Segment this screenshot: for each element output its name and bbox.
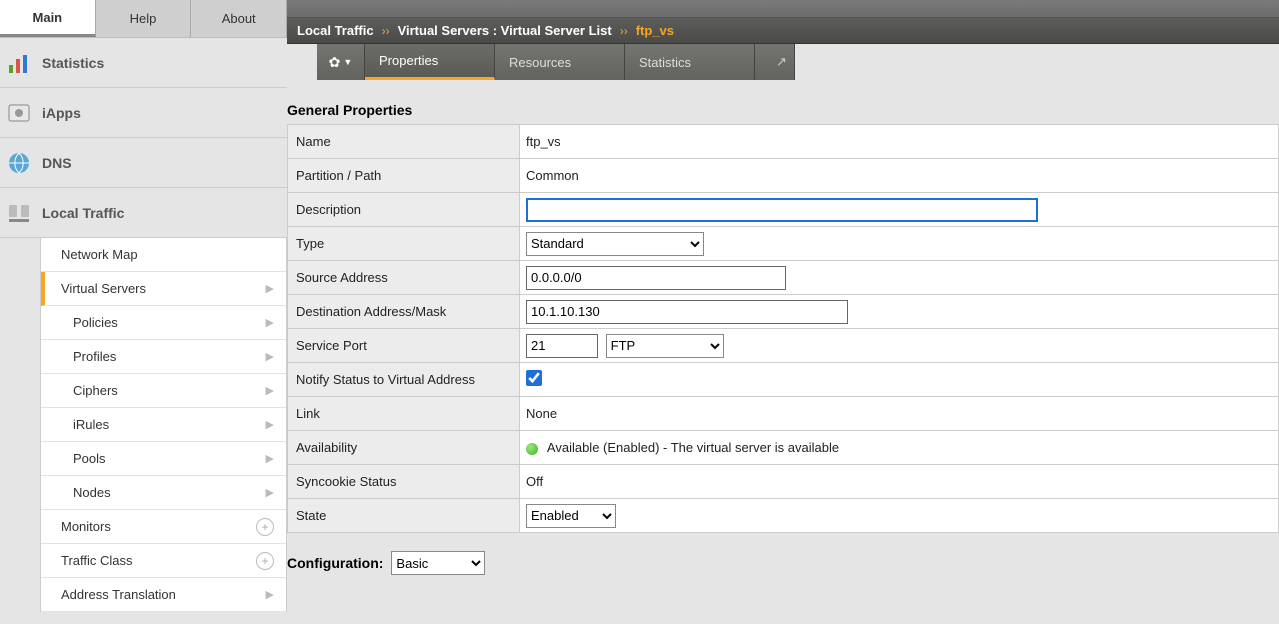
status-available-icon (526, 443, 538, 455)
row-partition-value: Common (520, 159, 1279, 193)
source-address-input[interactable] (526, 266, 786, 290)
subnav-local-traffic: Network Map Virtual Servers ▶ Policies ▶… (40, 238, 287, 612)
subnav-policies-label: Policies (73, 315, 118, 330)
top-tabs: Main Help About (0, 0, 287, 38)
sub-tabs: ✿ ▼ Properties Resources Statistics ↗ (287, 44, 1279, 80)
row-port-label: Service Port (288, 329, 520, 363)
popout-button[interactable]: ↗ (755, 44, 795, 80)
chevron-down-icon: ▼ (343, 57, 352, 67)
row-notify-label: Notify Status to Virtual Address (288, 363, 520, 397)
row-name-label: Name (288, 125, 520, 159)
service-port-select[interactable]: FTP (606, 334, 724, 358)
plus-icon[interactable]: + (256, 518, 274, 536)
breadcrumb-virtual-servers[interactable]: Virtual Servers : Virtual Server List (398, 23, 612, 38)
breadcrumb-sep-icon: ›› (620, 24, 628, 38)
subnav-pools-label: Pools (73, 451, 106, 466)
subnav-ciphers-label: Ciphers (73, 383, 118, 398)
plus-icon[interactable]: + (256, 552, 274, 570)
tab-statistics[interactable]: Statistics (625, 44, 755, 80)
subnav-monitors-label: Monitors (61, 519, 111, 534)
tab-properties[interactable]: Properties (365, 44, 495, 80)
row-link-label: Link (288, 397, 520, 431)
chevron-right-icon: ▶ (266, 384, 274, 397)
row-availability-label: Availability (288, 431, 520, 465)
subnav-nodes[interactable]: Nodes ▶ (41, 476, 286, 510)
properties-table: Name ftp_vs Partition / Path Common Desc… (287, 124, 1279, 533)
tab-resources[interactable]: Resources (495, 44, 625, 80)
nav-dns-label: DNS (42, 155, 72, 171)
nav-dns[interactable]: DNS (0, 138, 287, 188)
subnav-monitors[interactable]: Monitors + (41, 510, 286, 544)
dest-address-input[interactable] (526, 300, 848, 324)
chart-icon (6, 50, 32, 76)
tab-main[interactable]: Main (0, 0, 96, 37)
subnav-network-map-label: Network Map (61, 247, 138, 262)
section-configuration: Configuration: (287, 555, 383, 571)
gear-grid-icon (6, 100, 32, 126)
subnav-network-map[interactable]: Network Map (41, 238, 286, 272)
subnav-profiles[interactable]: Profiles ▶ (41, 340, 286, 374)
nav-iapps[interactable]: iApps (0, 88, 287, 138)
subnav-profiles-label: Profiles (73, 349, 116, 364)
subnav-policies[interactable]: Policies ▶ (41, 306, 286, 340)
configuration-select[interactable]: Basic (391, 551, 485, 575)
breadcrumb-sep-icon: ›› (382, 24, 390, 38)
row-syncookie-label: Syncookie Status (288, 465, 520, 499)
nav-iapps-label: iApps (42, 105, 81, 121)
row-description-label: Description (288, 193, 520, 227)
tab-help[interactable]: Help (96, 0, 192, 37)
row-name-value: ftp_vs (520, 125, 1279, 159)
row-type-label: Type (288, 227, 520, 261)
state-select[interactable]: Enabled (526, 504, 616, 528)
row-dest-label: Destination Address/Mask (288, 295, 520, 329)
gear-icon: ✿ (329, 54, 341, 71)
chevron-right-icon: ▶ (266, 418, 274, 431)
chevron-right-icon: ▶ (266, 282, 274, 295)
section-general-properties: General Properties (287, 102, 1279, 118)
subnav-irules[interactable]: iRules ▶ (41, 408, 286, 442)
row-availability-value: Available (Enabled) - The virtual server… (547, 440, 839, 455)
top-bar (287, 0, 1279, 18)
popout-icon: ↗ (776, 54, 787, 70)
notify-checkbox[interactable] (526, 370, 542, 386)
breadcrumb-current: ftp_vs (636, 23, 674, 38)
chevron-right-icon: ▶ (266, 486, 274, 499)
row-partition-label: Partition / Path (288, 159, 520, 193)
main-panel: Local Traffic ›› Virtual Servers : Virtu… (287, 0, 1279, 624)
subnav-address-translation[interactable]: Address Translation ▶ (41, 578, 286, 612)
subnav-traffic-class[interactable]: Traffic Class + (41, 544, 286, 578)
subnav-address-translation-label: Address Translation (61, 587, 176, 602)
row-syncookie-value: Off (520, 465, 1279, 499)
subnav-ciphers[interactable]: Ciphers ▶ (41, 374, 286, 408)
nav-statistics-label: Statistics (42, 55, 104, 71)
subnav-virtual-servers-label: Virtual Servers (61, 281, 146, 296)
type-select[interactable]: Standard (526, 232, 704, 256)
row-source-label: Source Address (288, 261, 520, 295)
subnav-irules-label: iRules (73, 417, 109, 432)
nav-statistics[interactable]: Statistics (0, 38, 287, 88)
row-state-label: State (288, 499, 520, 533)
chevron-right-icon: ▶ (266, 350, 274, 363)
row-link-value: None (520, 397, 1279, 431)
subnav-traffic-class-label: Traffic Class (61, 553, 133, 568)
sidebar: Main Help About Statistics iApps DNS (0, 0, 287, 624)
breadcrumb: Local Traffic ›› Virtual Servers : Virtu… (287, 18, 1279, 44)
breadcrumb-local-traffic[interactable]: Local Traffic (297, 23, 374, 38)
nav-local-traffic-label: Local Traffic (42, 205, 124, 221)
gear-menu[interactable]: ✿ ▼ (317, 44, 365, 80)
subnav-nodes-label: Nodes (73, 485, 111, 500)
servers-icon (6, 200, 32, 226)
chevron-right-icon: ▶ (266, 316, 274, 329)
service-port-input[interactable] (526, 334, 598, 358)
globe-icon (6, 150, 32, 176)
tab-about[interactable]: About (191, 0, 287, 37)
subnav-virtual-servers[interactable]: Virtual Servers ▶ (41, 272, 286, 306)
chevron-right-icon: ▶ (266, 452, 274, 465)
subnav-pools[interactable]: Pools ▶ (41, 442, 286, 476)
description-input[interactable] (526, 198, 1038, 222)
chevron-right-icon: ▶ (266, 588, 274, 601)
nav-local-traffic[interactable]: Local Traffic (0, 188, 287, 238)
